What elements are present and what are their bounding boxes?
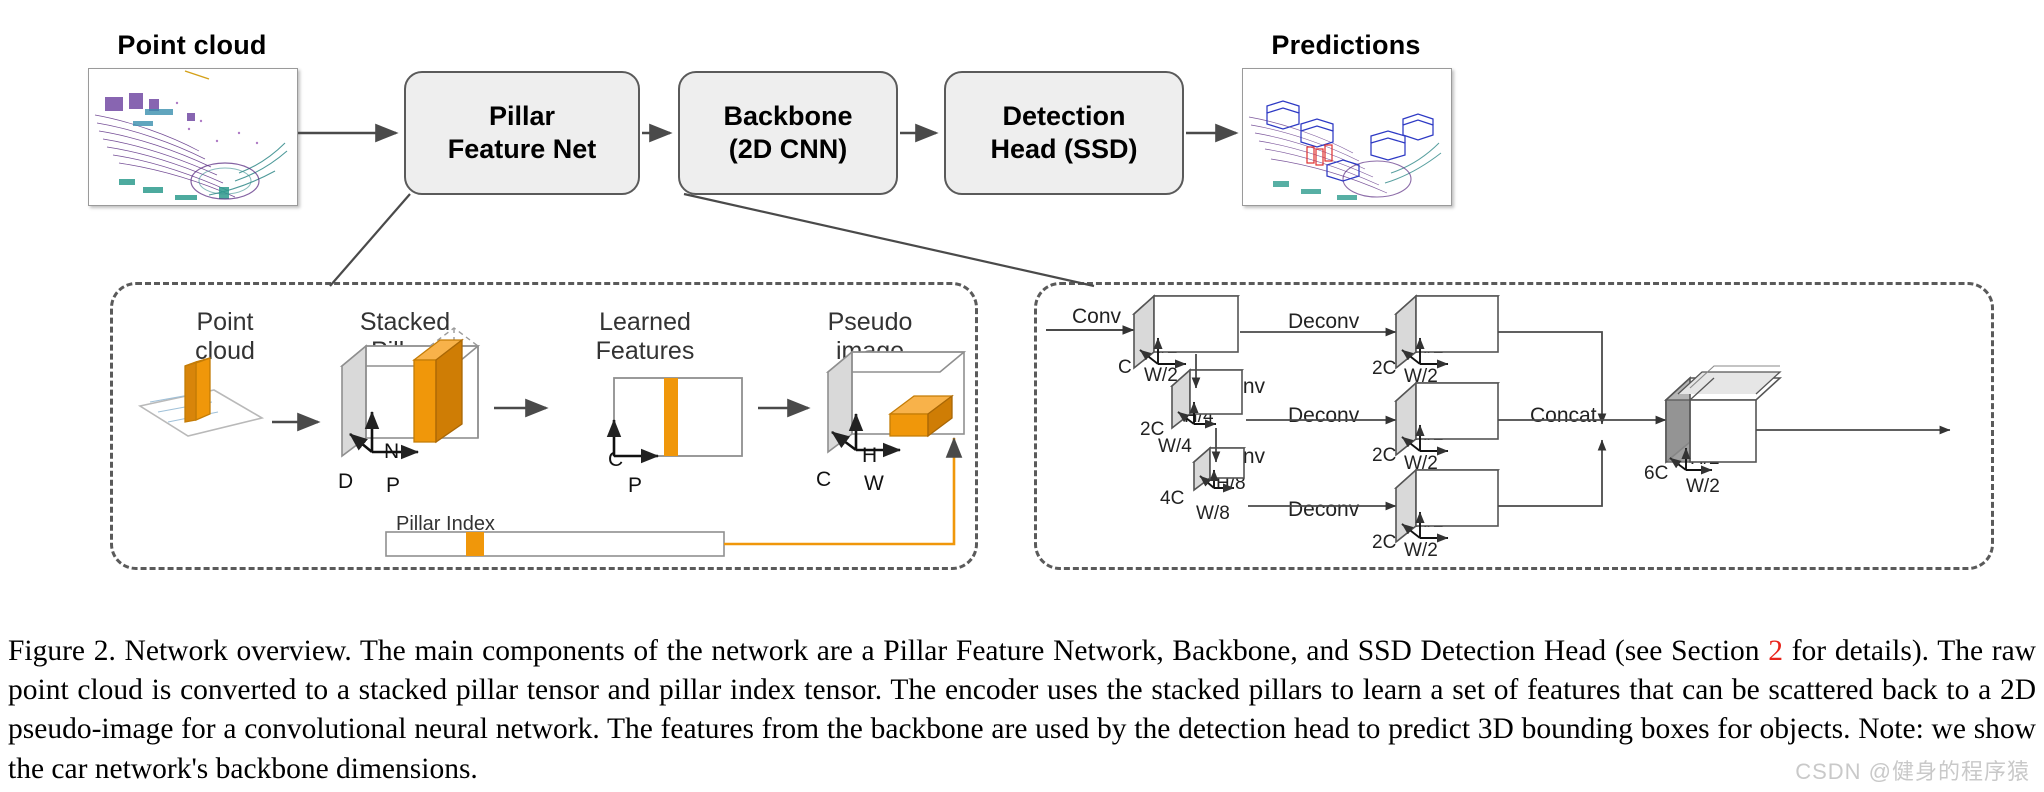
stage-backbone-line1: Backbone [723, 101, 853, 132]
stage-pillar-feature-net[interactable]: Pillar Feature Net [404, 71, 640, 195]
point-cloud-image [89, 69, 297, 205]
concat-out-width: W/2 [1686, 476, 1720, 497]
backbone-conv-down2-label: Conv [1216, 445, 1266, 468]
block-4c-width: W/8 [1196, 503, 1230, 524]
stage-pillar-feature-net-line1: Pillar [488, 101, 556, 132]
stage-detection-head[interactable]: Detection Head (SSD) [944, 71, 1184, 195]
detail-title-stacked-pillars: Stacked Pillars [359, 308, 451, 365]
panel-leader-lines [329, 192, 1095, 288]
up-1-width: W/2 [1404, 366, 1438, 387]
up-3-width: W/2 [1404, 540, 1438, 561]
figure-caption: Figure 2. Network overview. The main com… [8, 632, 2036, 789]
backbone-deconv2-label: Deconv [1288, 404, 1360, 427]
stage-backbone-line2: (2D CNN) [728, 134, 848, 164]
backbone-conv-down1-label: Conv [1216, 375, 1266, 398]
up-2-width: W/2 [1404, 453, 1438, 474]
block-c-channels: C [1118, 357, 1132, 378]
backbone-concat-label: Concat [1530, 404, 1597, 427]
predictions-thumbnail [1242, 68, 1452, 206]
pseudo-image-axis-w: W [864, 472, 884, 495]
up-1-channels: 2C [1372, 358, 1397, 379]
backbone-deconv1-label: Deconv [1288, 310, 1360, 333]
caption-section-ref[interactable]: 2 [1768, 635, 1783, 667]
predictions-title: Predictions [1271, 30, 1421, 60]
learned-features-axis-p: P [628, 474, 643, 497]
up-2-height: H/2 [1414, 424, 1444, 445]
pseudo-image-axis-h: H [862, 444, 878, 467]
watermark: CSDN @健身的程序猿 [1795, 759, 2030, 784]
stage-pillar-feature-net-line2: Feature Net [447, 134, 597, 164]
backbone-deconv3-label: Deconv [1288, 498, 1360, 521]
point-cloud-thumbnail [88, 68, 298, 206]
concat-out-height: H/2 [1690, 448, 1720, 469]
block-4c-height: H/8 [1216, 473, 1246, 494]
stage-detection-head-line2: Head (SSD) [990, 134, 1138, 164]
pillar-index-label: Pillar Index [396, 513, 495, 535]
figure-root: Point cloud Predictions Pillar Feature N… [0, 0, 2044, 792]
point-cloud-title: Point cloud [117, 30, 267, 60]
block-c-width: W/2 [1144, 365, 1178, 386]
stacked-pillars-axis-p: P [386, 474, 401, 497]
stage-backbone[interactable]: Backbone (2D CNN) [678, 71, 898, 195]
backbone-detail-panel [1034, 282, 1994, 570]
stacked-pillars-axis-d: D [338, 470, 354, 493]
up-2-channels: 2C [1372, 445, 1397, 466]
detail-title-point-cloud: Point cloud [195, 308, 255, 365]
predictions-image [1243, 69, 1451, 205]
concat-out-channels: 6C [1644, 463, 1669, 484]
stacked-pillars-axis-n: N [384, 440, 400, 463]
detail-title-pseudo-image: Pseudo image [827, 308, 913, 365]
up-1-height: H/2 [1414, 337, 1444, 358]
up-3-height: H/2 [1414, 511, 1444, 532]
backbone-conv-in-label: Conv [1072, 305, 1122, 328]
block-c-height: H/2 [1148, 337, 1178, 358]
block-2c-height: H/4 [1184, 406, 1214, 427]
detail-title-learned-features: Learned Features [595, 308, 695, 365]
block-4c-channels: 4C [1160, 488, 1185, 509]
block-2c-width: W/4 [1158, 436, 1192, 457]
pseudo-image-axis-c: C [816, 468, 832, 491]
caption-prefix: Figure 2. Network overview. The main com… [8, 635, 1769, 667]
up-3-channels: 2C [1372, 532, 1397, 553]
stage-detection-head-line1: Detection [1002, 101, 1126, 132]
learned-features-axis-c: C [608, 448, 624, 471]
